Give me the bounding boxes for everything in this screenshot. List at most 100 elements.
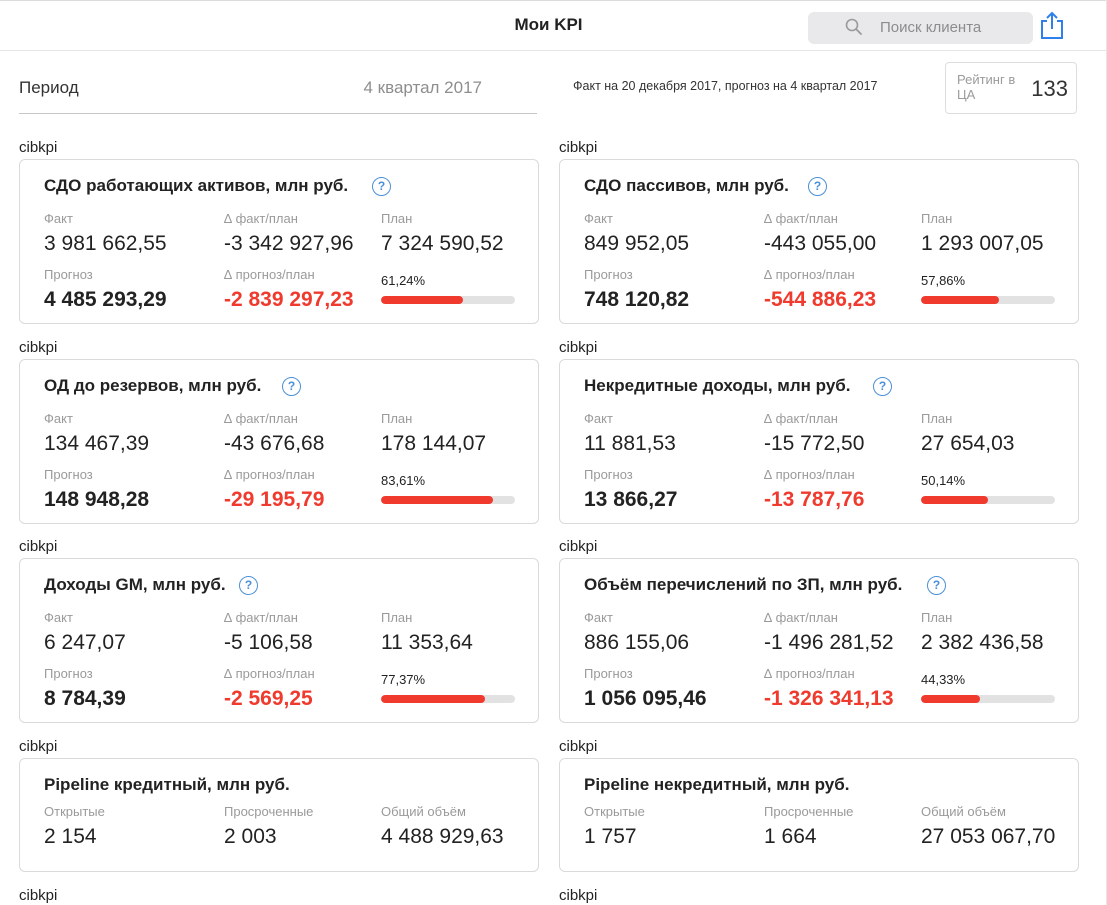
card-source: cibkpi bbox=[559, 887, 598, 904]
forecast-value: 748 120,82 bbox=[584, 288, 690, 311]
progress-bar bbox=[921, 496, 1055, 504]
progress-percent: 83,61% bbox=[381, 473, 426, 488]
pipeline-card-title: Pipeline некредитный, млн руб. bbox=[584, 775, 850, 794]
kpi-card-title: СДО пассивов, млн руб. bbox=[584, 176, 789, 195]
forecast-value: 148 948,28 bbox=[44, 488, 150, 511]
kpi-card[interactable]: ОД до резервов, млн руб. ? Факт ∆ факт/п… bbox=[19, 359, 539, 524]
share-icon[interactable] bbox=[1038, 10, 1066, 40]
help-icon[interactable]: ? bbox=[239, 576, 258, 595]
kpi-card[interactable]: СДО работающих активов, млн руб. ? Факт … bbox=[19, 159, 539, 324]
help-icon[interactable]: ? bbox=[372, 177, 391, 196]
progress-bar bbox=[381, 695, 515, 703]
period-value: 4 квартал 2017 bbox=[363, 78, 482, 97]
pipeline-card[interactable]: Pipeline кредитный, млн руб. Открытые Пр… bbox=[19, 758, 539, 872]
card-source: cibkpi bbox=[559, 339, 598, 356]
delta-fact-value: -5 106,58 bbox=[224, 631, 313, 654]
forecast-value: 1 056 095,46 bbox=[584, 687, 707, 710]
progress-percent: 57,86% bbox=[921, 273, 966, 288]
fact-value: 6 247,07 bbox=[44, 631, 126, 654]
delta-forecast-label: ∆ прогноз/план bbox=[764, 467, 855, 482]
progress-bar bbox=[381, 496, 515, 504]
help-icon[interactable]: ? bbox=[808, 177, 827, 196]
kpi-card-title: ОД до резервов, млн руб. bbox=[44, 376, 262, 395]
delta-forecast-label: ∆ прогноз/план bbox=[764, 666, 855, 681]
forecast-value: 13 866,27 bbox=[584, 488, 678, 511]
progress-bar bbox=[381, 296, 515, 304]
forecast-label: Прогноз bbox=[44, 467, 93, 482]
forecast-label: Прогноз bbox=[584, 467, 633, 482]
search-input[interactable]: Поиск клиента bbox=[808, 12, 1033, 44]
overdue-label: Просроченные bbox=[764, 804, 854, 819]
fact-label: Факт bbox=[44, 610, 73, 625]
forecast-label: Прогноз bbox=[44, 267, 93, 282]
progress-fill bbox=[921, 296, 999, 304]
delta-forecast-label: ∆ прогноз/план bbox=[224, 467, 315, 482]
plan-value: 11 353,64 bbox=[381, 631, 473, 654]
plan-label: План bbox=[921, 610, 953, 625]
fact-value: 3 981 662,55 bbox=[44, 232, 167, 255]
plan-label: План bbox=[921, 411, 953, 426]
delta-fact-label: ∆ факт/план bbox=[224, 610, 298, 625]
help-icon[interactable]: ? bbox=[927, 576, 946, 595]
fact-value: 134 467,39 bbox=[44, 432, 150, 455]
kpi-card-title: Доходы GM, млн руб. bbox=[44, 575, 226, 594]
forecast-label: Прогноз bbox=[584, 267, 633, 282]
fact-label: Факт bbox=[584, 211, 613, 226]
progress-fill bbox=[921, 695, 981, 703]
delta-forecast-value: -29 195,79 bbox=[224, 488, 325, 511]
total-volume-value: 4 488 929,63 bbox=[381, 825, 504, 848]
kpi-card[interactable]: СДО пассивов, млн руб. ? Факт ∆ факт/пла… bbox=[559, 159, 1079, 324]
overdue-value: 2 003 bbox=[224, 825, 277, 848]
card-source: cibkpi bbox=[559, 538, 598, 555]
progress-percent: 50,14% bbox=[921, 473, 966, 488]
period-selector[interactable]: Период 4 квартал 2017 bbox=[19, 75, 537, 114]
kpi-card[interactable]: Объём перечислений по ЗП, млн руб. ? Фак… bbox=[559, 558, 1079, 723]
progress-fill bbox=[381, 496, 494, 504]
delta-forecast-label: ∆ прогноз/план bbox=[764, 267, 855, 282]
progress-fill bbox=[381, 695, 485, 703]
kpi-card[interactable]: Некредитные доходы, млн руб. ? Факт ∆ фа… bbox=[559, 359, 1079, 524]
progress-bar bbox=[921, 695, 1055, 703]
progress-fill bbox=[381, 296, 464, 304]
card-source: cibkpi bbox=[19, 139, 58, 156]
progress-percent: 77,37% bbox=[381, 672, 426, 687]
delta-forecast-label: ∆ прогноз/план bbox=[224, 666, 315, 681]
card-source: cibkpi bbox=[559, 139, 598, 156]
plan-value: 27 654,03 bbox=[921, 432, 1015, 455]
total-volume-label: Общий объём bbox=[381, 804, 466, 819]
open-value: 1 757 bbox=[584, 825, 637, 848]
kpi-card-title: Объём перечислений по ЗП, млн руб. bbox=[584, 575, 903, 594]
open-label: Открытые bbox=[584, 804, 645, 819]
total-volume-label: Общий объём bbox=[921, 804, 1006, 819]
plan-label: План bbox=[921, 211, 953, 226]
pipeline-card-title: Pipeline кредитный, млн руб. bbox=[44, 775, 290, 794]
card-source: cibkpi bbox=[559, 738, 598, 755]
delta-forecast-value: -2 569,25 bbox=[224, 687, 313, 710]
fact-value: 886 155,06 bbox=[584, 631, 690, 654]
kpi-card[interactable]: Доходы GM, млн руб. ? Факт ∆ факт/план П… bbox=[19, 558, 539, 723]
delta-forecast-value: -2 839 297,23 bbox=[224, 288, 354, 311]
pipeline-card[interactable]: Pipeline некредитный, млн руб. Открытые … bbox=[559, 758, 1079, 872]
kpi-card-title: СДО работающих активов, млн руб. bbox=[44, 176, 349, 195]
kpi-card-title: Некредитные доходы, млн руб. bbox=[584, 376, 851, 395]
fact-value: 11 881,53 bbox=[584, 432, 676, 455]
fact-value: 849 952,05 bbox=[584, 232, 690, 255]
forecast-value: 8 784,39 bbox=[44, 687, 126, 710]
plan-label: План bbox=[381, 211, 413, 226]
delta-forecast-label: ∆ прогноз/план bbox=[224, 267, 315, 282]
fact-label: Факт bbox=[44, 411, 73, 426]
plan-value: 178 144,07 bbox=[381, 432, 487, 455]
rating-value: 133 bbox=[1031, 76, 1068, 101]
delta-fact-label: ∆ факт/план bbox=[764, 411, 838, 426]
period-label: Период bbox=[19, 78, 79, 97]
delta-fact-label: ∆ факт/план bbox=[764, 610, 838, 625]
delta-fact-value: -1 496 281,52 bbox=[764, 631, 894, 654]
help-icon[interactable]: ? bbox=[282, 377, 301, 396]
fact-label: Факт bbox=[584, 411, 613, 426]
help-icon[interactable]: ? bbox=[873, 377, 892, 396]
plan-value: 1 293 007,05 bbox=[921, 232, 1044, 255]
total-volume-value: 27 053 067,70 bbox=[921, 825, 1056, 848]
plan-value: 2 382 436,58 bbox=[921, 631, 1044, 654]
plan-label: План bbox=[381, 610, 413, 625]
forecast-label: Прогноз bbox=[584, 666, 633, 681]
